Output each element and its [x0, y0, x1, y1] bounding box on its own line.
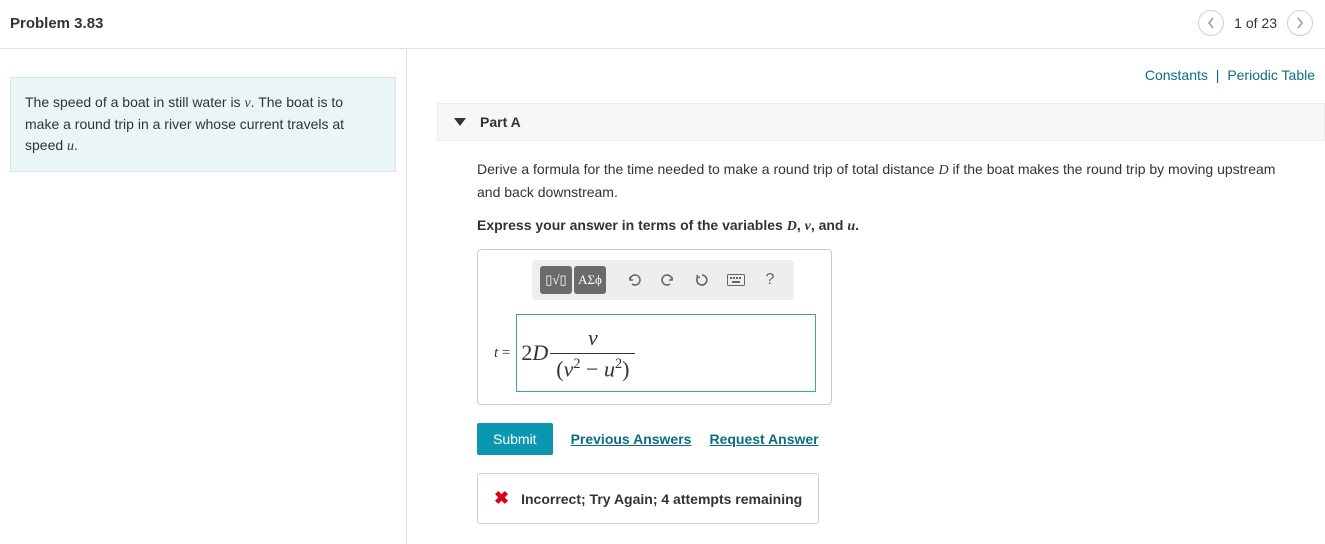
- answer-line: t = 2D v (v2 − u2): [488, 314, 821, 392]
- reset-button[interactable]: [686, 266, 718, 294]
- incorrect-icon: ✖: [494, 488, 509, 509]
- templates-button[interactable]: ▯√▯: [540, 266, 572, 294]
- constants-link[interactable]: Constants: [1145, 67, 1208, 83]
- undo-button[interactable]: [618, 266, 650, 294]
- redo-button[interactable]: [652, 266, 684, 294]
- right-column: Constants | Periodic Table Part A Derive…: [407, 49, 1325, 544]
- left-column: The speed of a boat in still water is v.…: [0, 49, 407, 544]
- instruct-post: .: [855, 217, 859, 233]
- coef: 2: [521, 340, 532, 366]
- undo-icon: [626, 273, 642, 287]
- chevron-right-icon: [1296, 17, 1304, 29]
- greek-button[interactable]: ΑΣϕ: [574, 266, 606, 294]
- answer-formula: 2D v (v2 − u2): [521, 325, 635, 382]
- inst-sep2: , and: [811, 217, 848, 233]
- submit-button[interactable]: Submit: [477, 423, 553, 455]
- previous-answers-link[interactable]: Previous Answers: [571, 431, 692, 447]
- actions: Submit Previous Answers Request Answer: [477, 423, 1295, 455]
- pager-text: 1 of 23: [1234, 15, 1277, 31]
- keyboard-icon: [727, 274, 745, 286]
- reset-icon: [694, 272, 710, 288]
- keyboard-button[interactable]: [720, 266, 752, 294]
- request-answer-link[interactable]: Request Answer: [709, 431, 818, 447]
- var-u: u: [67, 139, 74, 154]
- ans-D: D: [532, 340, 548, 366]
- header: Problem 3.83 1 of 23: [0, 0, 1325, 49]
- inst-u: u: [847, 219, 855, 234]
- answer-input[interactable]: 2D v (v2 − u2): [516, 314, 816, 392]
- instruct-pre: Express your answer in terms of the vari…: [477, 217, 787, 233]
- question-text: Derive a formula for the time needed to …: [477, 159, 1295, 203]
- part-body: Derive a formula for the time needed to …: [407, 141, 1325, 544]
- problem-statement: The speed of a boat in still water is v.…: [10, 77, 396, 172]
- feedback-box: ✖ Incorrect; Try Again; 4 attempts remai…: [477, 473, 819, 524]
- link-separator: |: [1212, 67, 1224, 83]
- content: The speed of a boat in still water is v.…: [0, 49, 1325, 544]
- prev-page-button[interactable]: [1198, 10, 1224, 36]
- pager: 1 of 23: [1198, 10, 1313, 36]
- numerator: v: [580, 325, 606, 353]
- statement-text-1: The speed of a boat in still water is: [25, 94, 244, 110]
- periodic-table-link[interactable]: Periodic Table: [1227, 67, 1315, 83]
- chevron-left-icon: [1207, 17, 1215, 29]
- inst-D: D: [787, 219, 797, 234]
- feedback-text: Incorrect; Try Again; 4 attempts remaini…: [521, 491, 802, 507]
- top-links: Constants | Periodic Table: [407, 49, 1325, 103]
- collapse-icon: [454, 118, 466, 126]
- instructions: Express your answer in terms of the vari…: [477, 217, 1295, 235]
- part-label: Part A: [480, 114, 521, 130]
- var-D: D: [938, 163, 948, 178]
- help-icon: ?: [766, 271, 775, 289]
- problem-title: Problem 3.83: [10, 15, 103, 32]
- answer-frame: ▯√▯ ΑΣϕ ?: [477, 249, 832, 405]
- equation-toolbar: ▯√▯ ΑΣϕ ?: [532, 260, 794, 300]
- help-button[interactable]: ?: [754, 266, 786, 294]
- fraction: v (v2 − u2): [550, 325, 635, 382]
- inst-sep1: ,: [797, 217, 805, 233]
- statement-text-3: .: [74, 137, 78, 153]
- part-header[interactable]: Part A: [437, 103, 1325, 141]
- denominator: (v2 − u2): [550, 353, 635, 382]
- next-page-button[interactable]: [1287, 10, 1313, 36]
- question-pre: Derive a formula for the time needed to …: [477, 161, 938, 177]
- answer-lhs: t =: [488, 345, 510, 362]
- redo-icon: [660, 273, 676, 287]
